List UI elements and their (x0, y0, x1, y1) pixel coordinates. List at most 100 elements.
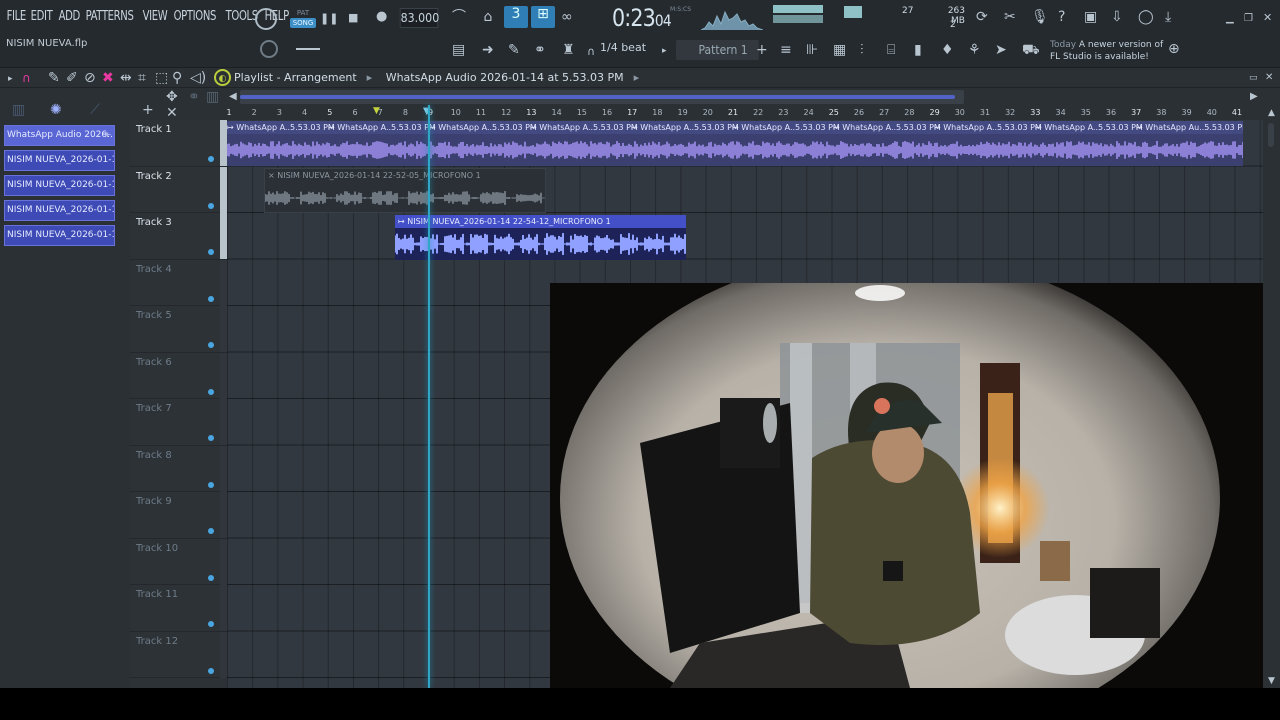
track-mute-dot-icon[interactable] (208, 435, 214, 441)
metronome-icon[interactable]: ⌒ (452, 9, 466, 25)
add-track-icon[interactable]: + (142, 102, 154, 118)
pattern-selector[interactable]: Pattern 1 (676, 40, 759, 60)
track-mute-dot-icon[interactable] (208, 342, 214, 348)
track-header[interactable]: Track 10 (130, 538, 227, 585)
playlist-arrangement-label[interactable]: Playlist - Arrangement (234, 71, 357, 84)
pitch-knob[interactable] (260, 40, 278, 58)
slice-tool-icon[interactable]: ⌗ (138, 70, 146, 86)
help-icon[interactable]: ? (1058, 9, 1065, 25)
mixer-icon[interactable]: ⫶ (860, 42, 864, 58)
microphone-icon[interactable]: 🎙 (1031, 9, 1049, 25)
audio-clip-filter-icon[interactable]: ▥ (12, 102, 25, 118)
playlist-maximize-icon[interactable]: ▭ (1249, 70, 1258, 86)
waveform-filter-icon[interactable]: ✺ (50, 102, 62, 118)
undo-history-icon[interactable]: ⟳ (976, 9, 988, 25)
magnet-icon[interactable]: ∩ (587, 44, 595, 60)
clip-item-nisim-3[interactable]: NISIM NUEVA_2026-01-14.. (4, 200, 115, 221)
countdown-icon[interactable]: 3 (504, 6, 528, 28)
song-time-display[interactable]: 0:2304 (612, 4, 672, 32)
vertical-scrollbar[interactable]: ▲ ▼ (1263, 105, 1280, 688)
track-mute-dot-icon[interactable] (208, 667, 214, 674)
track-mute-dot-icon[interactable] (208, 574, 214, 581)
track-mute-dot-icon[interactable] (208, 388, 214, 395)
track-mute-dot-icon[interactable] (208, 481, 214, 488)
vscroll-thumb[interactable] (1268, 123, 1274, 147)
clip-item-nisim-2[interactable]: NISIM NUEVA_2026-01-14.. (4, 175, 115, 196)
browser-icon[interactable]: ⌸ (887, 42, 895, 58)
tempo-display[interactable]: 83.000 (399, 8, 439, 28)
playlist-menu-arrow-icon[interactable]: ▸ (8, 71, 13, 87)
playhead-line[interactable] (428, 105, 430, 688)
loop-record-icon[interactable]: ∞ (561, 9, 573, 25)
scrollbar-thumb[interactable] (240, 95, 955, 99)
chat-icon[interactable]: ◯ (1138, 9, 1154, 25)
globe-icon[interactable]: ⊕ (1168, 41, 1180, 57)
channel-rack-icon[interactable]: ▦ (833, 42, 846, 58)
menu-options[interactable]: OPTIONS (171, 9, 220, 24)
close-icon[interactable]: ✕ (1263, 10, 1272, 26)
download-icon[interactable]: ⤓ (1165, 9, 1171, 25)
microfono-clip[interactable]: ↦ NISIM NUEVA_2026-01-14 22-54-12_MICROF… (395, 215, 686, 260)
minimize-icon[interactable]: ▁ (1226, 11, 1234, 27)
stamp-icon[interactable]: ♜ (562, 42, 575, 58)
record-icon[interactable]: ● (376, 9, 387, 25)
paint-tool-icon[interactable]: ✐ (66, 70, 78, 86)
pause-icon[interactable]: ❚❚ (320, 11, 338, 27)
track-header[interactable]: Track 12 (130, 631, 227, 678)
menu-edit[interactable]: EDIT (28, 9, 56, 24)
menu-file[interactable]: FILE (4, 9, 29, 24)
wait-for-input-icon[interactable]: ⌂ (478, 9, 498, 25)
track-header[interactable]: Track 11 (130, 585, 227, 632)
automation-filter-icon[interactable]: ⟋ (90, 102, 100, 118)
playlist-icon[interactable]: ≡ (780, 42, 792, 58)
save-icon[interactable]: ▣ (1084, 9, 1097, 25)
microfono-clip-muted[interactable]: × NISIM NUEVA_2026-01-14 22-52-05_MICROF… (264, 168, 546, 213)
track-header[interactable]: Track 7 (130, 399, 227, 446)
master-volume-knob[interactable] (255, 8, 277, 30)
slip-tool-icon[interactable]: ⇹ (120, 70, 132, 86)
zoom-tool-icon[interactable]: ⚲ (172, 70, 182, 86)
track-mute-dot-icon[interactable] (208, 621, 214, 627)
draw-tool-icon[interactable]: ✎ (48, 70, 60, 86)
clip-item-nisim-1[interactable]: NISIM NUEVA_2026-01-14.. (4, 150, 115, 171)
track-mute-dot-icon[interactable] (208, 528, 214, 534)
piano-roll-icon[interactable]: ▤ (452, 42, 465, 58)
playback-tool-icon[interactable]: ◁) (190, 70, 206, 86)
track-mute-dot-icon[interactable] (208, 249, 214, 255)
render-icon[interactable]: ⇩ (1111, 9, 1123, 25)
master-pitch-slider[interactable] (296, 48, 320, 50)
pencil-icon[interactable]: ✎ (508, 42, 520, 58)
track-close-icon[interactable]: ✕ (166, 105, 178, 121)
step-sequencer-icon[interactable]: ⊪ (806, 42, 818, 58)
pattern-prev-icon[interactable]: ▸ (662, 43, 667, 59)
shop-icon[interactable]: ⛟ (1022, 42, 1040, 58)
snap-magnet-icon[interactable]: ∩ (22, 70, 31, 86)
track-chain-icon[interactable]: ⚭ (188, 89, 200, 105)
menu-patterns[interactable]: PATTERNS (83, 9, 137, 24)
track-mute-dot-icon[interactable] (208, 295, 214, 302)
mute-tool-icon[interactable]: ✖ (102, 70, 114, 86)
cut-tool-icon[interactable]: ✂ (1004, 9, 1016, 25)
playlist-breadcrumb[interactable]: WhatsApp Audio 2026-01-14 at 5.53.03 PM (386, 71, 624, 84)
scroll-right-icon[interactable]: ▶ (1250, 89, 1258, 105)
restore-icon[interactable]: ❐ (1244, 11, 1253, 27)
track-header[interactable]: Track 2 (130, 166, 227, 213)
link-icon[interactable]: ⚭ (534, 42, 546, 58)
blend-notes-icon[interactable]: ⊞ (531, 6, 555, 28)
track-header[interactable]: Track 5 (130, 306, 227, 353)
track-header[interactable]: Track 3 (130, 213, 227, 260)
track-mute-dot-icon[interactable] (208, 156, 214, 162)
delete-tool-icon[interactable]: ⊘ (84, 70, 96, 86)
add-pattern-icon[interactable]: + (756, 42, 768, 58)
stop-icon[interactable]: ■ (348, 10, 358, 26)
clip-item-nisim-4[interactable]: NISIM NUEVA_2026-01-14.. (4, 225, 115, 246)
track-header[interactable]: Track 9 (130, 492, 227, 539)
scroll-left-icon[interactable]: ◀ (229, 89, 237, 105)
track-header[interactable]: Track 6 (130, 352, 227, 399)
select-tool-icon[interactable]: ⬚ (155, 70, 168, 86)
arrow-right-icon[interactable]: ➜ (482, 42, 494, 58)
track-mute-dot-icon[interactable] (208, 202, 214, 209)
menu-add[interactable]: ADD (56, 9, 83, 24)
clip-item-whatsapp[interactable]: WhatsApp Audio 2026.. ⟛ (4, 125, 115, 146)
playlist-close-icon[interactable]: ✕ (1265, 70, 1273, 86)
